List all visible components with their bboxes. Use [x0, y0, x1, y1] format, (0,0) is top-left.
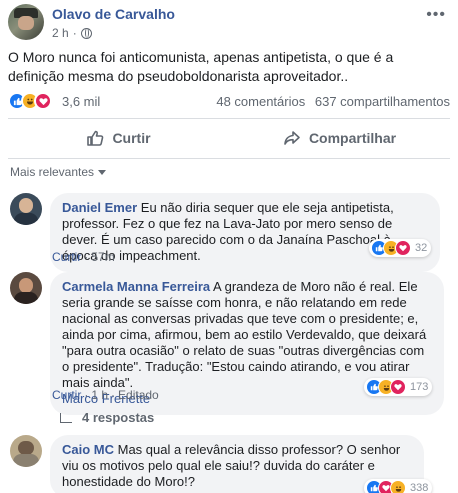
comment-text: A grandeza de Moro não é real. Ele seria… — [62, 279, 427, 390]
love-reaction-icon — [34, 92, 52, 110]
replies-count: 4 respostas — [82, 410, 155, 425]
love-reaction-icon — [395, 240, 411, 256]
post-actions: Curtir Compartilhar — [8, 122, 450, 154]
reactions-count[interactable]: 3,6 mil — [62, 94, 100, 109]
author-name[interactable]: Olavo de Carvalho — [52, 6, 175, 22]
comment-footer: Curtir · 1 h · Editado — [52, 388, 159, 402]
caret-down-icon — [98, 169, 107, 175]
comment-reactions-count: 338 — [410, 482, 429, 493]
comment-author[interactable]: Caio MC — [62, 442, 114, 457]
comment-reactions-count: 32 — [415, 242, 428, 254]
commenter-avatar[interactable] — [10, 435, 42, 467]
love-reaction-icon — [390, 379, 406, 395]
comments-count[interactable]: 48 comentários — [216, 94, 305, 109]
post-meta: 2 h · — [52, 26, 92, 40]
commenter-avatar[interactable] — [10, 272, 42, 304]
comment-reactions[interactable]: 173 — [364, 378, 433, 396]
comment-footer: Curtir · 57m — [52, 250, 115, 264]
post-stats: 48 comentários 637 compartilhamentos — [216, 94, 450, 109]
more-options-icon[interactable]: ••• — [426, 6, 446, 24]
commenter-avatar[interactable] — [10, 193, 42, 225]
comments-sort-dropdown[interactable]: Mais relevantes — [10, 165, 107, 179]
comments-sort-label: Mais relevantes — [10, 165, 95, 179]
comment-reactions-count: 173 — [410, 381, 429, 393]
divider — [8, 158, 450, 159]
comment-author[interactable]: Daniel Emer — [62, 200, 137, 215]
share-button-label: Compartilhar — [308, 130, 397, 146]
like-button[interactable]: Curtir — [8, 122, 229, 154]
comment-edited-label[interactable]: Editado — [118, 388, 159, 402]
post-time[interactable]: 2 h — [52, 26, 69, 40]
globe-icon — [80, 27, 92, 39]
reaction-icons[interactable] — [8, 92, 52, 110]
reactions-bar: 3,6 mil 48 comentários 637 compartilhame… — [8, 90, 450, 112]
comment-time[interactable]: 57m — [91, 250, 114, 264]
comment-reactions[interactable]: 338 — [364, 479, 433, 493]
post-header: Olavo de Carvalho 2 h · ••• — [8, 4, 450, 44]
divider — [8, 118, 450, 119]
haha-reaction-icon — [390, 480, 406, 493]
comment-like-link[interactable]: Curtir — [52, 250, 81, 264]
share-icon — [284, 131, 300, 145]
comment-reactions[interactable]: 32 — [369, 239, 432, 257]
view-replies-link[interactable]: 4 respostas — [60, 410, 154, 425]
author-avatar[interactable] — [8, 4, 44, 40]
comment-time[interactable]: 1 h — [91, 388, 108, 402]
thumbs-up-icon — [87, 130, 104, 146]
reply-arrow-icon — [60, 412, 72, 423]
comment-author[interactable]: Carmela Manna Ferreira — [62, 279, 210, 294]
post-text: O Moro nunca foi anticomunista, apenas a… — [8, 49, 394, 84]
like-button-label: Curtir — [112, 130, 151, 146]
comment-like-link[interactable]: Curtir — [52, 388, 81, 402]
shares-count[interactable]: 637 compartilhamentos — [315, 94, 450, 109]
share-button[interactable]: Compartilhar — [229, 122, 450, 154]
